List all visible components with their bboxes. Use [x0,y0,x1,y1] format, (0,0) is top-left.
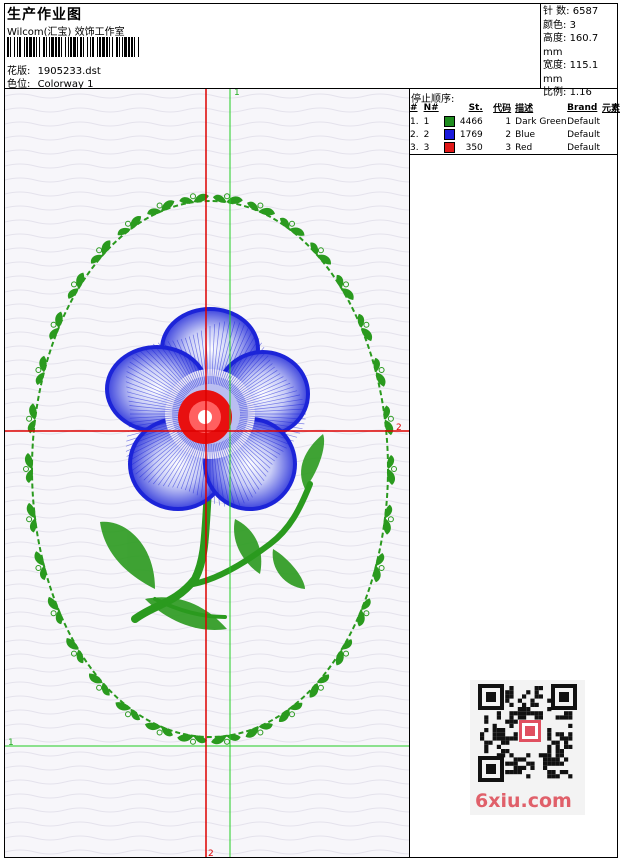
color-swatch [444,129,456,140]
guide-label-red-h: 2 [396,423,402,433]
sequence-table: # N# St. 代码 描述 Brand 元素 1. 1 4466 1 Dark… [410,101,620,154]
guide-label-green-h: 1 [8,738,14,748]
sequence-header-row: # N# St. 代码 描述 Brand 元素 [410,101,620,115]
guide-label-green-v: 1 [234,89,240,98]
col-element: 元素 [601,104,620,114]
sequence-divider [409,154,618,155]
col-code: 代码 [493,104,512,114]
table-row: 3. 3 350 3 Red Default [410,142,600,153]
stats-panel: 针 数: 6587 颜色: 3 高度: 160.7 mm 宽度: 115.1 m… [543,5,620,100]
guide-label-red-v: 2 [208,849,214,857]
col-stitches: St. [468,102,483,113]
page-title: 生产作业图 [7,7,82,23]
stat-colors: 颜色: 3 [543,19,576,31]
color-swatch [444,142,456,153]
watermark-logo: 6xiu.com [475,790,572,812]
studio-name: Wilcom(汇宝) 效饰工作室 [7,27,125,38]
stat-width: 宽度: 115.1 mm [543,60,599,85]
embroidery-design-canvas: 1 1 2 2 [5,89,409,857]
col-needle: N# [423,102,439,113]
stat-height: 高度: 160.7 mm [543,33,599,58]
stats-divider [540,3,541,88]
barcode [7,37,139,57]
col-desc: 描述 [515,104,534,114]
col-brand: Brand [567,102,598,113]
panel-divider [409,88,410,858]
col-index: # [410,102,418,113]
table-row: 1. 1 4466 1 Dark Green Default [410,116,600,127]
stat-scale: 比例: 1.16 [543,87,592,98]
color-swatch [444,116,456,127]
table-row: 2. 2 1769 2 Blue Default [410,129,600,140]
flower-center [178,390,232,444]
colorway-line: 色位: Colorway 1 [7,75,93,90]
stat-stitches: 针 数: 6587 [543,6,599,17]
